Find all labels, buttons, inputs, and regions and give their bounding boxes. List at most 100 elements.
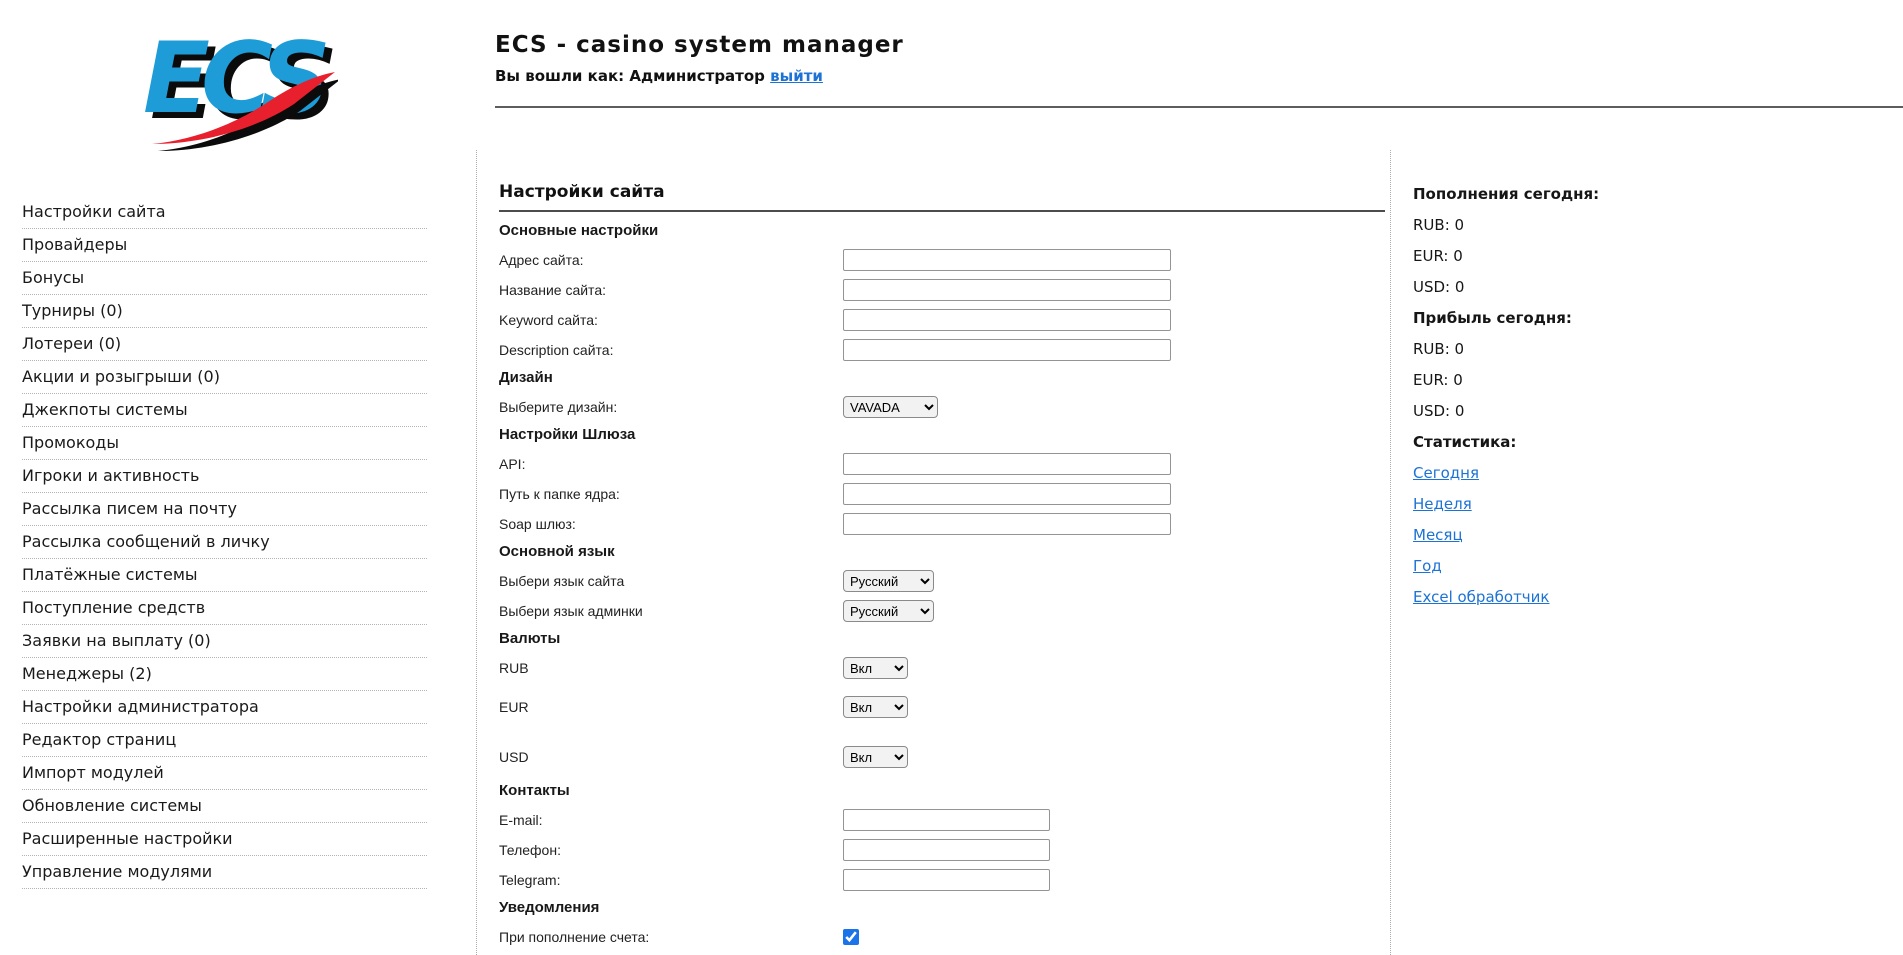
form-row-api: API: bbox=[499, 453, 1385, 475]
header: ECS - casino system manager Вы вошли как… bbox=[495, 32, 904, 85]
form-row-telegram: Telegram: bbox=[499, 869, 1385, 891]
sidebar-item-advanced-settings[interactable]: Расширенные настройки bbox=[22, 823, 427, 856]
form-row-design-select: Выберите дизайн: VAVADA bbox=[499, 396, 1385, 418]
section-title-divider bbox=[499, 210, 1385, 212]
main-content: Настройки сайта Основные настройки Адрес … bbox=[499, 182, 1385, 955]
field-label-site-keyword: Keyword сайта: bbox=[499, 312, 598, 328]
sidebar-item-tournaments[interactable]: Турниры (0) bbox=[22, 295, 427, 328]
form-section-gateway-settings: Настройки Шлюза bbox=[499, 426, 636, 443]
sidebar-item-module-import[interactable]: Импорт модулей bbox=[22, 757, 427, 790]
deposit-line-2: USD: 0 bbox=[1413, 278, 1465, 296]
sidebar-menu: Настройки сайта Провайдеры Бонусы Турниры (… bbox=[22, 196, 427, 889]
field-label-eur: EUR bbox=[499, 699, 529, 715]
stat-link-week[interactable]: Неделя bbox=[1413, 495, 1472, 513]
page: ECS ECS ECS - casino system manager Вы в… bbox=[0, 0, 1903, 955]
sidebar-item-email-mailing[interactable]: Рассылка писем на почту bbox=[22, 493, 427, 526]
form-row-core-path: Путь к папке ядра: bbox=[499, 483, 1385, 505]
eur-select[interactable]: Вкл bbox=[843, 696, 908, 718]
admin-language-select[interactable]: Русский bbox=[843, 600, 934, 622]
site-description-input[interactable] bbox=[843, 339, 1171, 361]
design-select-select[interactable]: VAVADA bbox=[843, 396, 938, 418]
form-row-eur: EUR Вкл bbox=[499, 696, 1385, 718]
deposit-line-1: EUR: 0 bbox=[1413, 247, 1463, 265]
deposits-today-title: Пополнения сегодня: bbox=[1413, 185, 1600, 203]
sidebar-item-promotions[interactable]: Акции и розыгрыши (0) bbox=[22, 361, 427, 394]
stat-link-row-week: Неделя bbox=[1413, 489, 1843, 520]
field-label-design-select: Выберите дизайн: bbox=[499, 399, 618, 415]
form-section-design: Дизайн bbox=[499, 369, 553, 386]
statistics-title: Статистика: bbox=[1413, 433, 1517, 451]
field-label-api: API: bbox=[499, 456, 526, 472]
field-label-soap-gateway: Soap шлюз: bbox=[499, 516, 576, 532]
field-label-site-name: Название сайта: bbox=[499, 282, 606, 298]
site-language-select[interactable]: Русский bbox=[843, 570, 934, 592]
form-section-main-settings: Основные настройки bbox=[499, 222, 659, 239]
sidebar-item-module-management[interactable]: Управление модулями bbox=[22, 856, 427, 889]
field-label-site-language: Выбери язык сайта bbox=[499, 573, 625, 589]
profit-line-1: EUR: 0 bbox=[1413, 371, 1463, 389]
form-section-notifications: Уведомления bbox=[499, 899, 600, 916]
site-keyword-input[interactable] bbox=[843, 309, 1171, 331]
logout-link[interactable]: выйти bbox=[770, 67, 823, 85]
form-row-usd: USD Вкл bbox=[499, 746, 1385, 768]
sidebar: Настройки сайта Провайдеры Бонусы Турниры (… bbox=[22, 196, 427, 889]
sidebar-item-incoming-funds[interactable]: Поступление средств bbox=[22, 592, 427, 625]
site-name-input[interactable] bbox=[843, 279, 1171, 301]
profit-line-2: USD: 0 bbox=[1413, 402, 1465, 420]
form-row-site-language: Выбери язык сайта Русский bbox=[499, 570, 1385, 592]
ecs-logo: ECS ECS bbox=[143, 22, 338, 151]
sidebar-item-site-settings[interactable]: Настройки сайта bbox=[22, 196, 427, 229]
telegram-input[interactable] bbox=[843, 869, 1050, 891]
field-label-core-path: Путь к папке ядра: bbox=[499, 486, 620, 502]
field-label-usd: USD bbox=[499, 749, 529, 765]
sidebar-item-payment-systems[interactable]: Платёжные системы bbox=[22, 559, 427, 592]
deposit-line-0: RUB: 0 bbox=[1413, 216, 1465, 234]
sidebar-item-payout-requests[interactable]: Заявки на выплату (0) bbox=[22, 625, 427, 658]
stat-link-row-excel: Excel обработчик bbox=[1413, 582, 1843, 613]
stat-link-year[interactable]: Год bbox=[1413, 557, 1442, 575]
sidebar-item-managers[interactable]: Менеджеры (2) bbox=[22, 658, 427, 691]
form-row-soap-gateway: Soap шлюз: bbox=[499, 513, 1385, 535]
login-label: Вы вошли как: Администратор bbox=[495, 67, 765, 85]
field-label-admin-language: Выбери язык админки bbox=[499, 603, 643, 619]
field-label-site-address: Адрес сайта: bbox=[499, 252, 584, 268]
api-input[interactable] bbox=[843, 453, 1171, 475]
stat-link-row-month: Месяц bbox=[1413, 520, 1843, 551]
sidebar-item-promocodes[interactable]: Промокоды bbox=[22, 427, 427, 460]
email-input[interactable] bbox=[843, 809, 1050, 831]
core-path-input[interactable] bbox=[843, 483, 1171, 505]
sidebar-item-providers[interactable]: Провайдеры bbox=[22, 229, 427, 262]
form-row-phone: Телефон: bbox=[499, 839, 1385, 861]
form-row-site-description: Description сайта: bbox=[499, 339, 1385, 361]
rub-select[interactable]: Вкл bbox=[843, 657, 908, 679]
header-divider bbox=[495, 106, 1903, 108]
form-row-admin-language: Выбери язык админки Русский bbox=[499, 600, 1385, 622]
sidebar-item-system-update[interactable]: Обновление системы bbox=[22, 790, 427, 823]
sidebar-item-bonuses[interactable]: Бонусы bbox=[22, 262, 427, 295]
stat-link-month[interactable]: Месяц bbox=[1413, 526, 1463, 544]
logo-text-svg: ECS bbox=[143, 22, 326, 136]
field-label-site-description: Description сайта: bbox=[499, 342, 614, 358]
usd-select[interactable]: Вкл bbox=[843, 746, 908, 768]
site-address-input[interactable] bbox=[843, 249, 1171, 271]
deposits-today-list: RUB: 0 EUR: 0 USD: 0 bbox=[1413, 210, 1843, 303]
form-row-rub: RUB Вкл bbox=[499, 657, 1385, 679]
sidebar-item-players-activity[interactable]: Игроки и активность bbox=[22, 460, 427, 493]
phone-input[interactable] bbox=[843, 839, 1050, 861]
stat-link-row-today: Сегодня bbox=[1413, 458, 1843, 489]
stat-link-excel[interactable]: Excel обработчик bbox=[1413, 588, 1549, 606]
field-label-email: E-mail: bbox=[499, 812, 543, 828]
statistics-links: Сегодня Неделя Месяц Год Excel обработчик bbox=[1413, 458, 1843, 613]
soap-gateway-input[interactable] bbox=[843, 513, 1171, 535]
field-label-rub: RUB bbox=[499, 660, 529, 676]
sidebar-item-page-editor[interactable]: Редактор страниц bbox=[22, 724, 427, 757]
sidebar-item-admin-settings[interactable]: Настройки администратора bbox=[22, 691, 427, 724]
form-row-site-address: Адрес сайта: bbox=[499, 249, 1385, 271]
sidebar-item-lotteries[interactable]: Лотереи (0) bbox=[22, 328, 427, 361]
sidebar-item-pm-mailing[interactable]: Рассылка сообщений в личку bbox=[22, 526, 427, 559]
profit-today-title: Прибыль сегодня: bbox=[1413, 309, 1572, 327]
sidebar-item-jackpots[interactable]: Джекпоты системы bbox=[22, 394, 427, 427]
field-label-telegram: Telegram: bbox=[499, 872, 561, 888]
deposit-notification-checkbox[interactable] bbox=[843, 929, 859, 945]
stat-link-today[interactable]: Сегодня bbox=[1413, 464, 1479, 482]
